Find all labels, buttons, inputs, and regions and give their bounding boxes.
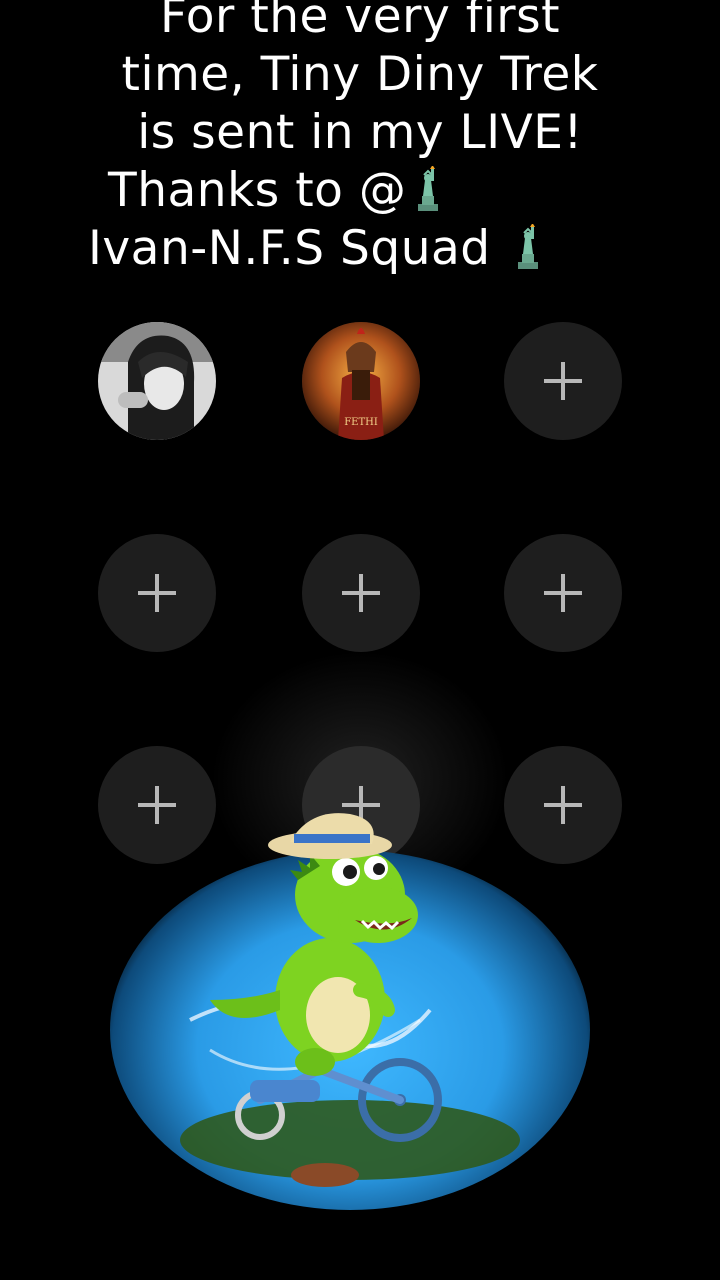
- plus-icon: [544, 362, 582, 400]
- announcement-line-1: For the very first: [159, 0, 561, 44]
- empty-seat-slot[interactable]: [504, 534, 622, 652]
- statue-of-liberty-icon: [418, 166, 439, 211]
- guest-avatar-1[interactable]: [98, 322, 216, 440]
- user-photo: [98, 322, 216, 440]
- announcement-line-4: Thanks to @: [0, 162, 720, 220]
- guest-avatar-2[interactable]: FETHI: [302, 322, 420, 440]
- thanks-text: Thanks to @: [108, 163, 407, 218]
- avatar-label: FETHI: [344, 417, 378, 428]
- plus-icon: [342, 574, 380, 612]
- squad-name: Ivan-N.F.S Squad: [88, 221, 491, 276]
- plus-icon: [544, 574, 582, 612]
- empty-seat-slot[interactable]: [302, 534, 420, 652]
- tiny-diny-trek-gift-animation: [180, 813, 520, 1187]
- announcement-line-3: is sent in my LIVE!: [137, 105, 583, 160]
- user-photo: FETHI: [302, 322, 420, 440]
- gift-announcement: For the very first time, Tiny Diny Trek …: [0, 0, 720, 278]
- empty-seat-slot[interactable]: [98, 534, 216, 652]
- announcement-line-2: time, Tiny Diny Trek: [121, 47, 599, 102]
- empty-seat-slot[interactable]: [504, 322, 622, 440]
- statue-of-liberty-icon: [518, 224, 539, 269]
- plus-icon: [138, 574, 176, 612]
- announcement-line-5: Ivan-N.F.S Squad: [0, 220, 720, 278]
